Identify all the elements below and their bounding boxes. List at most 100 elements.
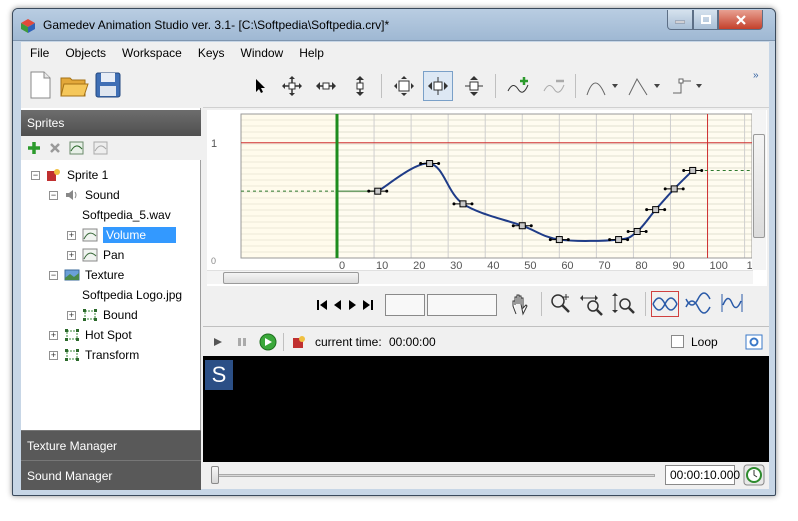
select-tool-button[interactable] [245, 71, 275, 101]
keyframe[interactable] [555, 236, 563, 244]
curve-vertical-scrollbar[interactable] [752, 110, 766, 270]
tree-item[interactable]: + Volume [67, 226, 177, 244]
keyframe[interactable] [615, 236, 623, 244]
menu-file[interactable]: File [23, 46, 56, 60]
tree-item[interactable]: + Pan [67, 246, 124, 264]
key-time-field[interactable] [385, 294, 425, 316]
save-disk-icon[interactable] [93, 70, 123, 100]
settings-icon[interactable] [745, 333, 763, 351]
toolbar-overflow-icon[interactable]: » [753, 70, 759, 81]
expand-icon[interactable]: + [49, 330, 58, 340]
tree-item[interactable]: + Bound [67, 306, 138, 324]
current-time-value: 00:00:00 [389, 335, 436, 349]
menu-objects[interactable]: Objects [58, 46, 113, 60]
add-key-button[interactable] [503, 71, 533, 101]
tree-item[interactable]: + Hot Spot [49, 326, 132, 344]
tree-item[interactable]: Softpedia_5.wav [67, 206, 171, 224]
move-icon [282, 76, 302, 96]
move-horizontal-button[interactable] [311, 71, 341, 101]
tangent-smooth-button[interactable] [583, 71, 623, 101]
clock-icon[interactable] [743, 464, 765, 486]
play-green-icon[interactable] [259, 333, 277, 351]
total-time-field[interactable]: 00:00:10.000 [665, 465, 740, 485]
open-folder-icon[interactable] [59, 70, 89, 100]
tree-item-label: Texture [85, 268, 125, 282]
bound-icon [64, 348, 80, 362]
zoom-horizontal-icon[interactable] [579, 292, 607, 316]
current-time-label: current time: [315, 335, 382, 349]
pause-icon[interactable] [237, 337, 247, 347]
key-value-field[interactable] [427, 294, 497, 316]
keyframe[interactable] [652, 206, 660, 214]
move-tool-button[interactable] [277, 71, 307, 101]
menu-help[interactable]: Help [292, 46, 331, 60]
hand-pan-icon[interactable] [509, 292, 533, 316]
texture-manager-tab[interactable]: Texture Manager [21, 430, 201, 460]
loop-checkbox[interactable] [671, 335, 684, 348]
curve-mode-button-2[interactable] [685, 291, 713, 317]
new-file-icon[interactable] [25, 70, 55, 100]
play-small-icon[interactable] [213, 337, 223, 347]
collapse-icon[interactable]: − [49, 190, 58, 200]
tree-item[interactable]: + Transform [49, 346, 139, 364]
sprite-tree: − Sprite 1− Sound Softpedia_5.wav + Volume + Pa… [21, 162, 201, 432]
tree-item[interactable]: − Sound [49, 186, 120, 204]
keyframe[interactable] [459, 200, 467, 208]
collapse-icon[interactable]: − [49, 270, 58, 280]
tree-item[interactable]: Softpedia Logo.jpg [67, 286, 182, 304]
keyframe[interactable] [374, 187, 382, 195]
menu-window[interactable]: Window [234, 46, 291, 60]
collapse-icon[interactable]: − [31, 170, 40, 180]
scale-vertical-button[interactable] [459, 71, 489, 101]
tangent-point [548, 238, 552, 242]
tangent-linear-button[interactable] [625, 71, 665, 101]
sound-manager-tab[interactable]: Sound Manager [21, 460, 201, 490]
menu-keys[interactable]: Keys [191, 46, 232, 60]
keyframe[interactable] [633, 228, 641, 236]
tree-item-label: Pan [103, 248, 125, 262]
keyframe[interactable] [670, 185, 678, 193]
expand-icon[interactable]: + [67, 250, 76, 260]
left-panel: Sprites − Sprite 1 − Sound Softpedia_5.wav + V… [21, 64, 201, 490]
expand-icon[interactable]: + [67, 310, 76, 320]
keyframe[interactable] [426, 160, 434, 168]
sprites-header[interactable]: Sprites [21, 110, 201, 136]
delete-icon[interactable] [49, 142, 61, 154]
timeline-track[interactable] [211, 474, 655, 477]
preview-canvas[interactable]: S [203, 356, 769, 462]
maximize-button[interactable] [693, 10, 718, 30]
remove-curve-icon[interactable] [93, 140, 109, 156]
move-vertical-button[interactable] [345, 71, 375, 101]
zoom-icon[interactable] [549, 292, 573, 316]
curve-editor[interactable]: 010203040506070809010011010 [207, 110, 767, 310]
maximize-icon [700, 15, 711, 24]
timeline-slider-thumb[interactable] [211, 466, 219, 484]
tangent-step-button[interactable] [667, 71, 707, 101]
scale-horizontal-button[interactable] [423, 71, 453, 101]
curve-mode-button-3[interactable] [719, 291, 747, 317]
menu-workspace[interactable]: Workspace [115, 46, 189, 60]
scale-horizontal-icon [428, 77, 448, 95]
scrollbar-thumb[interactable] [223, 272, 359, 284]
expand-icon[interactable]: + [49, 350, 58, 360]
tangent-point [385, 189, 389, 193]
add-curve-icon[interactable] [69, 140, 85, 156]
next-key-icon [349, 300, 356, 310]
add-icon[interactable] [27, 141, 41, 155]
curve-mode-button-1[interactable] [651, 291, 679, 317]
zoom-vertical-icon[interactable] [611, 292, 639, 316]
bound-icon [82, 308, 98, 322]
scale-tool-button[interactable] [389, 71, 419, 101]
tree-item[interactable]: − Sprite 1 [31, 166, 108, 184]
tangent-point [529, 224, 533, 228]
scrollbar-thumb[interactable] [753, 134, 765, 238]
close-button[interactable] [718, 10, 763, 30]
minimize-button[interactable] [667, 10, 693, 30]
toolbar-separator [381, 74, 382, 98]
keyframe[interactable] [689, 166, 697, 174]
tree-item[interactable]: − Texture [49, 266, 124, 284]
expand-icon[interactable]: + [67, 230, 76, 240]
curve-horizontal-scrollbar[interactable] [207, 270, 753, 284]
keyframe[interactable] [518, 222, 526, 230]
remove-key-button[interactable] [539, 71, 569, 101]
